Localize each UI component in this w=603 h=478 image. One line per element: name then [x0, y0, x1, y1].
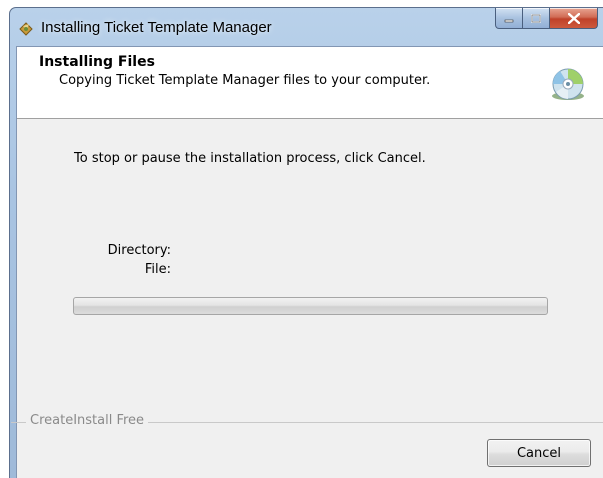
- header-title: Installing Files: [39, 54, 155, 70]
- file-label: File:: [144, 262, 171, 277]
- caption-buttons: [495, 8, 598, 29]
- directory-label: Directory:: [107, 243, 171, 258]
- close-button[interactable]: [550, 8, 598, 29]
- progress-bar: [73, 297, 548, 315]
- dialog-client-area: Installing Files Copying Ticket Template…: [11, 46, 603, 478]
- header-subtitle: Copying Ticket Template Manager files to…: [59, 73, 431, 88]
- header-panel: Installing Files Copying Ticket Template…: [17, 47, 603, 119]
- title-bar[interactable]: Installing Ticket Template Manager: [10, 8, 603, 46]
- close-icon: [567, 9, 580, 28]
- cancel-button[interactable]: Cancel: [487, 439, 591, 467]
- minimize-button[interactable]: [495, 8, 523, 29]
- cd-disc-icon: [550, 66, 586, 102]
- installer-app-icon: [18, 20, 34, 36]
- minimize-icon: [504, 9, 514, 28]
- maximize-icon: [531, 9, 541, 28]
- instruction-text: To stop or pause the installation proces…: [74, 151, 426, 166]
- installer-window: Installing Ticket Template Manager Insta…: [9, 7, 603, 478]
- window-title: Installing Ticket Template Manager: [41, 19, 272, 36]
- group-label: CreateInstall Free: [26, 413, 149, 428]
- maximize-button[interactable]: [523, 8, 550, 29]
